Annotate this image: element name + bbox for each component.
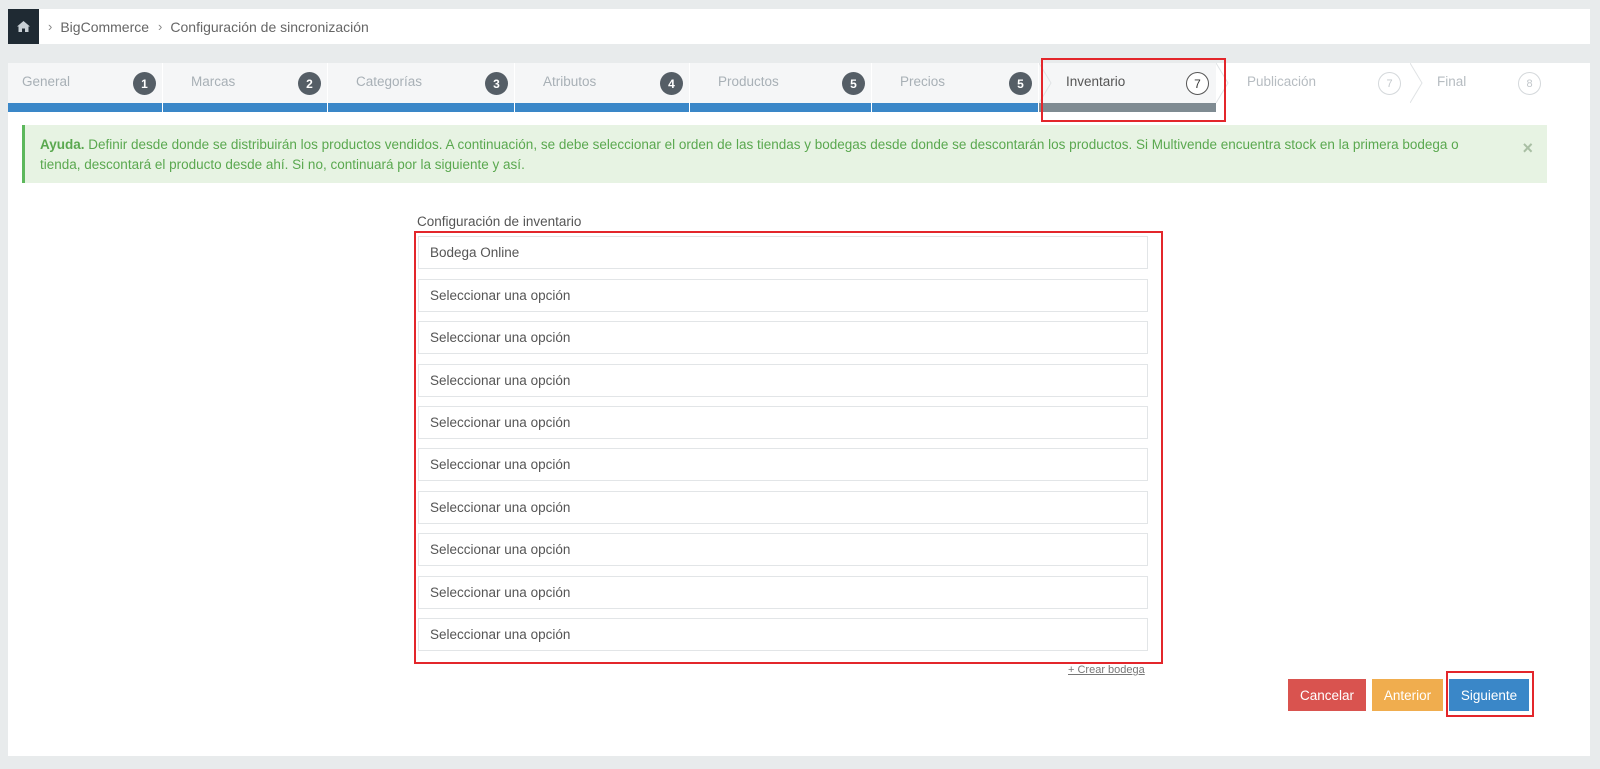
chevron-right-icon: › [48, 19, 53, 34]
wizard-step-productos[interactable]: Productos 5 [690, 63, 871, 112]
warehouse-select-10[interactable]: Seleccionar una opción [418, 618, 1148, 651]
wizard-step-inventario[interactable]: Inventario 7 [1039, 63, 1216, 112]
alert-title: Ayuda. [40, 137, 85, 152]
wizard-step-number: 7 [1378, 72, 1401, 95]
content-panel: General 1 Marcas 2 Categorías 3 Atributo… [8, 63, 1590, 756]
wizard-step-progress-bar [163, 103, 327, 112]
wizard-step-general[interactable]: General 1 [8, 63, 162, 112]
wizard-step-label: Productos [718, 74, 779, 89]
warehouse-select-4[interactable]: Seleccionar una opción [418, 364, 1148, 397]
wizard-step-atributos[interactable]: Atributos 4 [515, 63, 689, 112]
warehouse-select-2[interactable]: Seleccionar una opción [418, 279, 1148, 312]
home-icon[interactable] [8, 9, 39, 44]
previous-button[interactable]: Anterior [1372, 679, 1443, 711]
warehouse-select-6[interactable]: Seleccionar una opción [418, 448, 1148, 481]
inventory-config-label: Configuración de inventario [417, 214, 582, 229]
warehouse-select-5[interactable]: Seleccionar una opción [418, 406, 1148, 439]
wizard-step-marcas[interactable]: Marcas 2 [163, 63, 327, 112]
wizard-step-number: 3 [485, 72, 508, 95]
close-icon[interactable]: × [1522, 138, 1533, 158]
wizard-step-progress-bar [515, 103, 689, 112]
breadcrumb-item-sync-config: Configuración de sincronización [170, 18, 369, 35]
breadcrumb: › BigCommerce › Configuración de sincron… [8, 9, 1590, 44]
next-button[interactable]: Siguiente [1449, 679, 1529, 711]
wizard-step-progress-bar [1039, 103, 1216, 112]
wizard-step-number: 4 [660, 72, 683, 95]
wizard-step-final[interactable]: Final 8 [1408, 63, 1544, 112]
wizard-step-number: 2 [298, 72, 321, 95]
chevron-divider-icon [1216, 63, 1229, 103]
warehouse-select-8[interactable]: Seleccionar una opción [418, 533, 1148, 566]
wizard-step-label: Publicación [1247, 74, 1317, 89]
wizard-step-number: 1 [133, 72, 156, 95]
wizard-step-progress-bar [690, 103, 871, 112]
wizard-step-number: 7 [1186, 72, 1209, 95]
cancel-button[interactable]: Cancelar [1288, 679, 1366, 711]
help-alert: Ayuda. Definir desde donde se distribuir… [22, 125, 1547, 183]
chevron-divider-icon [1039, 63, 1052, 103]
create-warehouse-link[interactable]: + Crear bodega [1068, 664, 1145, 676]
wizard-step-precios[interactable]: Precios 5 [872, 63, 1038, 112]
wizard-step-label: Inventario [1066, 74, 1126, 89]
chevron-right-icon: › [158, 19, 163, 34]
wizard-step-label: Final [1437, 74, 1467, 89]
warehouse-select-3[interactable]: Seleccionar una opción [418, 321, 1148, 354]
wizard-step-categorias[interactable]: Categorías 3 [328, 63, 514, 112]
alert-text: Definir desde donde se distribuirán los … [40, 137, 1459, 172]
warehouse-select-7[interactable]: Seleccionar una opción [418, 491, 1148, 524]
wizard-step-label: Precios [900, 74, 946, 89]
wizard-step-number: 8 [1518, 72, 1541, 95]
wizard-step-number: 5 [842, 72, 865, 95]
wizard-steps: General 1 Marcas 2 Categorías 3 Atributo… [8, 63, 1590, 112]
wizard-step-progress-bar [328, 103, 514, 112]
wizard-step-label: Atributos [543, 74, 597, 89]
wizard-step-number: 5 [1009, 72, 1032, 95]
chevron-divider-icon [1410, 63, 1423, 103]
wizard-step-publicacion[interactable]: Publicación 7 [1216, 63, 1408, 112]
warehouse-select-1[interactable]: Bodega Online [418, 236, 1148, 269]
breadcrumb-item-bigcommerce[interactable]: BigCommerce [60, 19, 149, 35]
wizard-step-progress-bar [8, 103, 162, 112]
wizard-step-label: Marcas [191, 74, 236, 89]
wizard-step-progress-bar [872, 103, 1038, 112]
wizard-step-label: General [22, 74, 71, 89]
wizard-step-label: Categorías [356, 74, 423, 89]
warehouse-select-9[interactable]: Seleccionar una opción [418, 576, 1148, 609]
